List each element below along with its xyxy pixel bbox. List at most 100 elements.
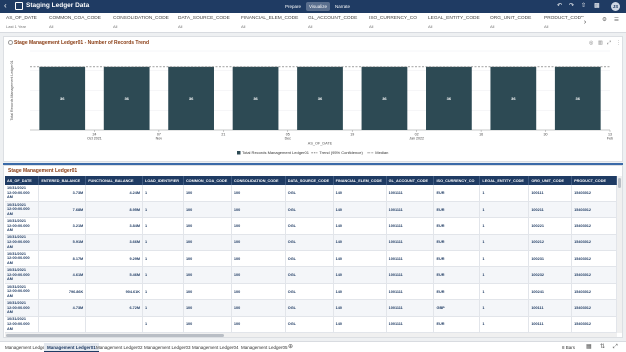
filter-label: ORG_UNIT_CODE <box>490 16 532 21</box>
redo-icon[interactable]: ↷ <box>569 2 574 10</box>
filter-settings-icon[interactable]: ⚙ <box>602 17 607 23</box>
filter-common-coa-code[interactable]: COMMON_COA_CODE All <box>49 16 101 29</box>
filter-product-code[interactable]: PRODUCT_CODE All <box>544 16 584 29</box>
tab-narrate[interactable]: Narrate <box>332 2 353 11</box>
grid-view-icon[interactable]: ▦ <box>586 343 592 352</box>
back-arrow-icon[interactable]: ‹ <box>4 1 7 11</box>
ledger-table: AS_OF_DATE ENTERED_BALANCE FUNCTIONAL_BALA… <box>5 176 617 333</box>
table-cell: 15403012 <box>571 266 617 284</box>
table-cell: 100111 <box>528 299 573 317</box>
canvas-tab-management-ledger03[interactable]: Management Ledger03 <box>141 343 194 352</box>
filter-iso-currency-code[interactable]: ISO_CURRENCY_CO All <box>369 16 417 29</box>
table-row[interactable]: 10/31/2021 12:00:00.000 AM 3.21M 3.84M 1 100… <box>5 217 617 235</box>
menu-icon[interactable]: ☰ <box>614 17 619 23</box>
sort-icon[interactable]: ⇅ <box>600 343 605 352</box>
tab-prepare[interactable]: Prepare <box>282 2 304 11</box>
canvas-tab-management-ledger02[interactable]: Management Ledger02 <box>93 343 146 352</box>
table-row[interactable]: 10/31/2021 12:00:00.000 AM 4.61M 5.46M 1 100… <box>5 266 617 284</box>
table-cell: GBP <box>433 299 481 317</box>
table-cell: 1 <box>142 299 184 317</box>
table-cell: 1 <box>479 283 530 301</box>
device-preview-icon[interactable]: ▩ <box>594 2 600 10</box>
canvas-tab-management-ledger[interactable]: Management Ledger <box>2 343 50 352</box>
table-row[interactable]: 10/31/2021 12:00:00.000 AM 796.86K 904.61K… <box>5 283 617 301</box>
column-header[interactable]: CONSOLIDATION_CODE <box>231 176 286 185</box>
chevron-right-icon[interactable]: › <box>581 17 589 29</box>
table-cell: 100 <box>231 283 286 301</box>
table-cell: 10/31/2021 12:00:00.000 AM <box>5 316 40 333</box>
table-cell: 796.86K <box>38 283 87 301</box>
column-header[interactable]: LEGAL_ENTITY_CODE <box>479 176 530 185</box>
table-cell: 1 <box>142 283 184 301</box>
column-header[interactable]: FUNCTIONAL_BALANCE <box>85 176 144 185</box>
scroll-thumb[interactable] <box>618 178 621 188</box>
table-row[interactable]: 10/31/2021 12:00:00.000 AM 4.73M 6.72M 1 100… <box>5 299 617 317</box>
filter-label: PRODUCT_CODE <box>544 16 585 21</box>
table-cell: 10/31/2021 12:00:00.000 AM <box>5 283 40 301</box>
table-cell: 15403012 <box>571 185 617 202</box>
table-cell: 1 <box>479 185 530 202</box>
filter-value: All <box>241 24 246 29</box>
column-header[interactable]: AS_OF_DATE <box>5 176 40 185</box>
table-cell: 10/31/2021 12:00:00.000 AM <box>5 266 40 284</box>
table-cell: 15403012 <box>571 316 617 333</box>
table-cell: OGL <box>285 283 334 301</box>
undo-icon[interactable]: ↶ <box>557 2 562 10</box>
table-cell: 1001111 <box>386 217 435 235</box>
table-cell: 140 <box>333 299 387 317</box>
table-cell: 1001111 <box>386 201 435 219</box>
bar-data-label: 36 <box>382 96 387 101</box>
table-cell: 100 <box>231 299 286 317</box>
column-header[interactable]: COMMON_COA_CODE <box>183 176 232 185</box>
filter-label: DATA_SOURCE_CODE <box>178 16 230 21</box>
table-cell: 100 <box>231 266 286 284</box>
table-row[interactable]: 10/31/2021 12:00:00.000 AM 7.68M 8.95M 1 100… <box>5 201 617 219</box>
filter-value: All <box>308 24 313 29</box>
column-header[interactable]: ORG_UNIT_CODE <box>528 176 573 185</box>
add-canvas-icon[interactable]: ⊕ <box>288 343 293 352</box>
column-header[interactable]: GL_ACCOUNT_CODE <box>386 176 435 185</box>
tab-visualize[interactable]: Visualize <box>306 2 330 11</box>
table-cell: OGL <box>285 217 334 235</box>
table-cell: 1 <box>142 316 184 333</box>
table-cell: 7.68M <box>38 201 87 219</box>
scroll-thumb[interactable] <box>6 333 224 337</box>
fullscreen-icon[interactable]: ⤢ <box>613 343 618 352</box>
filter-as-of-date[interactable]: AS_OF_DATE Last 1 Year <box>6 16 37 29</box>
filter-gl-account-code[interactable]: GL_ACCOUNT_CODE All <box>308 16 357 29</box>
horizontal-scrollbar[interactable] <box>5 333 617 337</box>
table-cell: 100232 <box>528 266 573 284</box>
filter-org-unit-code[interactable]: ORG_UNIT_CODE All <box>490 16 531 29</box>
canvas-tab-management-ledger04[interactable]: Management Ledger04 <box>189 343 242 352</box>
column-header[interactable]: ISO_CURRENCY_CO <box>433 176 481 185</box>
table-row[interactable]: 10/31/2021 12:00:00.000 AM 5.91M 3.66M 1 100… <box>5 234 617 252</box>
table-row[interactable]: 10/31/2021 12:00:00.000 AM 8.17M 9.29M 1 100… <box>5 250 617 268</box>
table-cell: 140 <box>333 185 387 202</box>
filter-financial-elem-code[interactable]: FINANCIAL_ELEM_CODE All <box>241 16 298 29</box>
table-cell: 140 <box>333 217 387 235</box>
table-title: Stage Management Ledger01 <box>8 168 78 174</box>
table-row[interactable]: 10/31/2021 12:00:00.000 AM 3.73M 4.24M 1 100… <box>5 185 617 202</box>
table-row[interactable]: 10/31/2021 12:00:00.000 AM 1 100 100 OGL 140 1… <box>5 316 617 333</box>
column-header[interactable]: ENTERED_BALANCE <box>38 176 87 185</box>
filter-data-source-code[interactable]: DATA_SOURCE_CODE All <box>178 16 230 29</box>
canvas-tab-management-ledger01[interactable]: Management Ledger01 <box>44 343 99 352</box>
canvas-tab-management-ledger05[interactable]: Management Ledger05 <box>238 343 291 352</box>
table-cell: 100241 <box>528 283 573 301</box>
vertical-scrollbar[interactable] <box>617 176 622 333</box>
table-cell: 10/31/2021 12:00:00.000 AM <box>5 201 40 219</box>
table-cell: 100 <box>183 201 232 219</box>
table-cell: 100 <box>183 316 232 333</box>
column-header[interactable]: FINANCIAL_ELEM_CODE <box>333 176 387 185</box>
avatar[interactable]: JS <box>611 2 620 11</box>
filter-consolidation-code[interactable]: CONSOLIDATION_CODE All <box>113 16 169 29</box>
export-icon[interactable]: ⇧ <box>581 2 586 10</box>
column-header[interactable]: PRODUCT_CODE <box>571 176 617 185</box>
table-cell: 100212 <box>528 234 573 252</box>
column-header[interactable]: LOAD_IDENTIFIER <box>142 176 184 185</box>
table-cell: EUR <box>433 185 481 202</box>
table-cell: 3.73M <box>38 185 87 202</box>
table-cell: 100 <box>183 283 232 301</box>
column-header[interactable]: DATA_SOURCE_CODE <box>285 176 334 185</box>
filter-legal-entity-code[interactable]: LEGAL_ENTITY_CODE All <box>428 16 480 29</box>
